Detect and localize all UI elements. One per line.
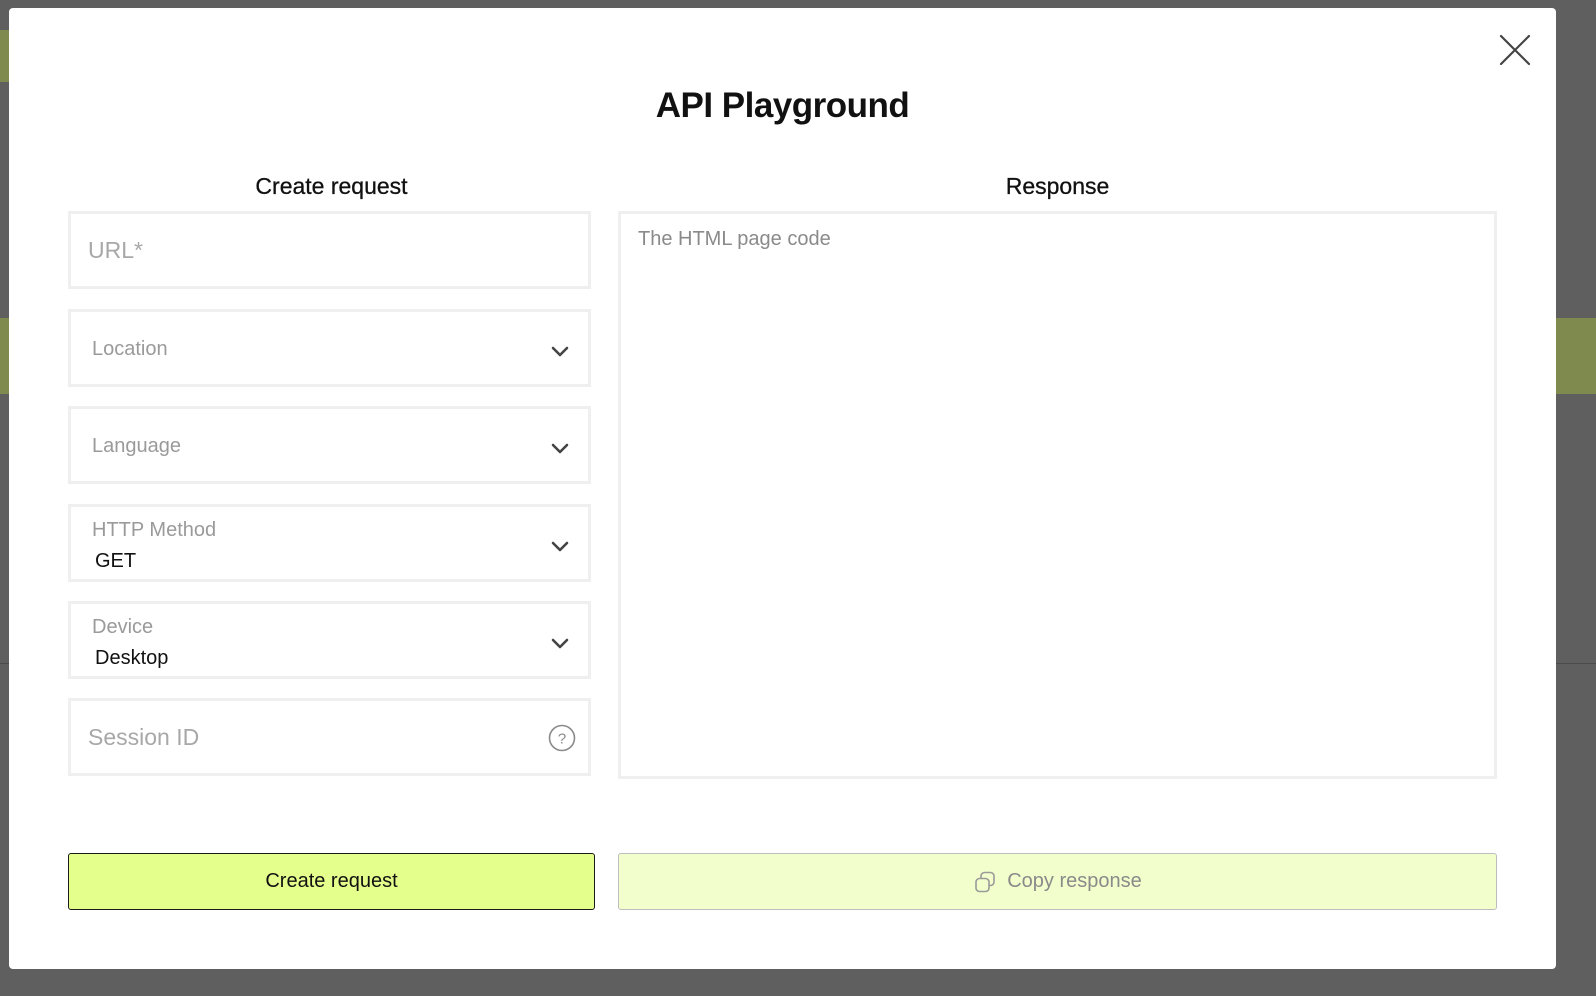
location-select[interactable]: Location xyxy=(68,309,591,387)
background-page-fragment xyxy=(0,30,9,82)
url-field-container xyxy=(68,211,591,289)
background-page-fragment xyxy=(1556,318,1596,394)
svg-text:?: ? xyxy=(558,731,566,748)
response-output[interactable] xyxy=(638,228,1468,758)
device-value: Desktop xyxy=(95,647,169,669)
chevron-down-icon xyxy=(551,443,569,454)
close-icon xyxy=(1499,34,1531,66)
copy-icon xyxy=(975,871,996,892)
close-button[interactable] xyxy=(1497,32,1533,68)
copy-response-button[interactable]: Copy response xyxy=(618,853,1497,910)
device-select[interactable]: Device Desktop xyxy=(68,601,591,679)
http-method-value: GET xyxy=(95,550,137,572)
url-input[interactable] xyxy=(88,214,528,286)
language-select[interactable]: Language xyxy=(68,406,591,484)
language-placeholder: Language xyxy=(92,435,181,457)
http-method-select[interactable]: HTTP Method GET xyxy=(68,504,591,582)
api-playground-modal: API Playground Create request Response L… xyxy=(9,8,1556,969)
create-request-button[interactable]: Create request xyxy=(68,853,595,910)
chevron-down-icon xyxy=(551,541,569,552)
response-heading: Response xyxy=(1005,173,1110,199)
chevron-down-icon xyxy=(551,638,569,649)
device-label: Device xyxy=(92,616,154,638)
copy-response-button-label: Copy response xyxy=(1007,870,1142,892)
session-id-input[interactable] xyxy=(88,701,528,773)
background-page-fragment xyxy=(0,318,9,394)
chevron-down-icon xyxy=(551,346,569,357)
location-placeholder: Location xyxy=(92,338,168,360)
session-id-field-container: ? xyxy=(68,698,591,776)
modal-title: API Playground xyxy=(655,86,910,125)
question-circle-icon[interactable]: ? xyxy=(548,724,576,752)
http-method-label: HTTP Method xyxy=(92,519,217,541)
create-request-heading: Create request xyxy=(255,173,408,199)
create-request-button-label: Create request xyxy=(265,870,398,892)
response-container xyxy=(618,211,1497,779)
